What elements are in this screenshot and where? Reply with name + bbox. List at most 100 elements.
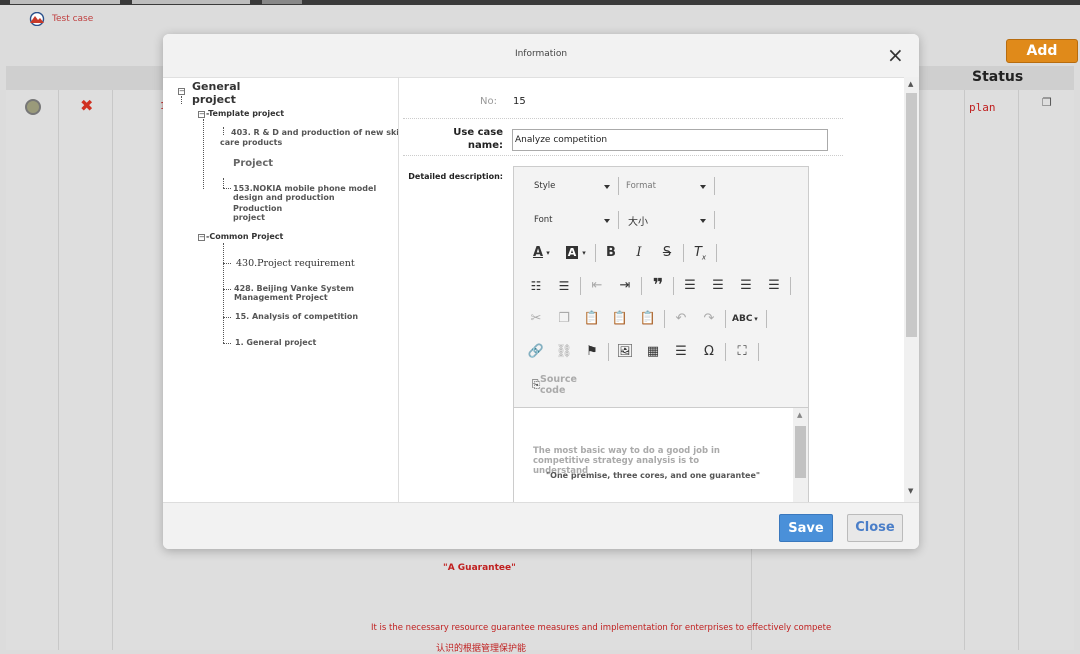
editor-scrollbar[interactable]: ▲ bbox=[793, 408, 808, 502]
no-value: 15 bbox=[513, 96, 526, 107]
format-dropdown-label: Format bbox=[626, 181, 656, 191]
dialog-header: Information × bbox=[163, 34, 919, 78]
toolbar-separator bbox=[641, 277, 642, 295]
image-icon[interactable]: 🖼 bbox=[615, 342, 635, 362]
add-button[interactable]: Add bbox=[1006, 39, 1078, 63]
anchor-flag-icon[interactable]: ⚑ bbox=[582, 342, 602, 362]
tree-item-template-project[interactable]: -Template project bbox=[206, 109, 284, 118]
scrollbar-thumb[interactable] bbox=[795, 426, 806, 478]
toolbar-separator bbox=[725, 343, 726, 361]
strikethrough-icon[interactable]: S bbox=[657, 243, 677, 263]
case-form: No: 15 Use case name: Analyze competitio… bbox=[399, 77, 904, 502]
column-divider bbox=[1018, 90, 1019, 650]
tree-item-project[interactable]: Project bbox=[233, 158, 273, 169]
paste-icon[interactable]: 📋 bbox=[582, 309, 602, 329]
outdent-icon[interactable]: ⇤ bbox=[587, 276, 607, 296]
description-guarantee-text: "A Guarantee" bbox=[443, 563, 516, 573]
redo-icon[interactable]: ↷ bbox=[699, 309, 719, 329]
italic-icon[interactable]: I bbox=[629, 243, 649, 263]
tree-root-general-project[interactable]: General project bbox=[192, 80, 262, 106]
chevron-down-icon bbox=[700, 219, 706, 223]
tree-connector bbox=[223, 263, 231, 264]
undo-icon[interactable]: ↶ bbox=[671, 309, 691, 329]
information-dialog: Information × − General project − -Templ… bbox=[163, 34, 919, 549]
table-icon[interactable]: ▦ bbox=[643, 342, 663, 362]
tree-item-production-project[interactable]: Production project bbox=[233, 204, 283, 222]
scroll-down-arrow-icon[interactable]: ▼ bbox=[908, 487, 913, 495]
status-column-header: Status bbox=[972, 69, 1024, 85]
toolbar-separator bbox=[618, 211, 619, 229]
scroll-up-arrow-icon[interactable]: ▲ bbox=[797, 411, 802, 419]
save-button[interactable]: Save bbox=[779, 514, 833, 542]
tree-item-general-project[interactable]: 1. General project bbox=[235, 338, 316, 347]
chevron-down-icon[interactable]: ▾ bbox=[746, 309, 766, 329]
numbered-list-icon[interactable]: ☷ bbox=[526, 276, 546, 296]
logo-icon bbox=[29, 12, 45, 26]
horizontal-rule-icon[interactable]: ☰ bbox=[671, 342, 691, 362]
font-dropdown[interactable]: Font bbox=[534, 215, 610, 225]
use-case-name-label: Use case name: bbox=[453, 127, 503, 151]
tree-connector bbox=[203, 119, 204, 189]
editor-content-area[interactable]: The most basic way to do a good job in c… bbox=[514, 407, 808, 502]
close-icon[interactable]: × bbox=[887, 45, 904, 65]
no-label: No: bbox=[480, 96, 497, 107]
copy-icon[interactable]: ❐ bbox=[1042, 96, 1052, 109]
tree-item-skin-care[interactable]: 403. R & D and production of new skin ca… bbox=[220, 128, 398, 148]
justify-icon[interactable]: ☰ bbox=[764, 276, 784, 296]
link-icon[interactable]: 🔗 bbox=[526, 342, 546, 362]
tree-item-vanke[interactable]: 428. Beijing Vanke System Management Pro… bbox=[234, 284, 398, 302]
size-dropdown-label: 大小 bbox=[628, 217, 648, 228]
description-resource-text: It is the necessary resource guarantee m… bbox=[371, 623, 832, 633]
tree-item-common-project[interactable]: -Common Project bbox=[206, 232, 283, 241]
style-dropdown[interactable]: Style bbox=[534, 181, 610, 191]
toolbar-separator bbox=[673, 277, 674, 295]
top-tab[interactable] bbox=[10, 0, 120, 4]
format-dropdown[interactable]: Format bbox=[626, 181, 706, 191]
close-button[interactable]: Close bbox=[847, 514, 903, 542]
bold-icon[interactable]: B bbox=[601, 243, 621, 263]
unlink-icon[interactable]: ⛓ bbox=[554, 342, 574, 362]
tree-item-nokia[interactable]: 153.NOKIA mobile phone model design and … bbox=[233, 184, 398, 202]
chevron-down-icon[interactable]: ▾ bbox=[538, 243, 558, 263]
indent-icon[interactable]: ⇥ bbox=[615, 276, 635, 296]
chevron-down-icon bbox=[604, 219, 610, 223]
dialog-footer: Save Close bbox=[163, 502, 919, 549]
align-left-icon[interactable]: ☰ bbox=[680, 276, 700, 296]
bulleted-list-icon[interactable]: ☰ bbox=[554, 276, 574, 296]
special-character-icon[interactable]: Ω bbox=[699, 342, 719, 362]
chevron-down-icon bbox=[700, 185, 706, 189]
dialog-scrollbar[interactable]: ▲ ▼ bbox=[904, 77, 919, 502]
tree-item-analysis-of-competition[interactable]: 15. Analysis of competition bbox=[235, 312, 358, 321]
size-dropdown[interactable]: 大小 bbox=[628, 213, 706, 228]
dialog-title: Information bbox=[514, 49, 568, 59]
source-code-button[interactable]: Source code bbox=[540, 374, 582, 396]
settings-gear-icon[interactable] bbox=[25, 99, 41, 115]
tree-connector bbox=[181, 96, 182, 104]
delete-icon[interactable]: ✖ bbox=[80, 96, 93, 115]
align-center-icon[interactable]: ☰ bbox=[708, 276, 728, 296]
paste-word-icon[interactable]: 📋 bbox=[638, 309, 658, 329]
align-right-icon[interactable]: ☰ bbox=[736, 276, 756, 296]
tree-connector bbox=[223, 343, 231, 344]
remove-format-icon[interactable]: Tx bbox=[690, 243, 710, 263]
collapse-toggle-icon[interactable]: − bbox=[178, 88, 185, 95]
cut-icon[interactable]: ✂ bbox=[526, 309, 546, 329]
top-tab[interactable] bbox=[262, 0, 302, 4]
copy-icon[interactable]: ❐ bbox=[554, 309, 574, 329]
row-divider bbox=[403, 118, 843, 120]
page-tab-title[interactable]: Test case bbox=[52, 14, 93, 24]
use-case-name-input[interactable]: Analyze competition bbox=[512, 129, 828, 151]
chevron-down-icon[interactable]: ▾ bbox=[574, 243, 594, 263]
paste-text-icon[interactable]: 📋 bbox=[610, 309, 630, 329]
collapse-toggle-icon[interactable]: − bbox=[198, 111, 205, 118]
detailed-description-label: Detailed description: bbox=[408, 172, 503, 181]
row-divider bbox=[403, 155, 843, 157]
tree-item-project-requirement[interactable]: 430.Project requirement bbox=[236, 258, 355, 269]
maximize-icon[interactable]: ⛶ bbox=[732, 342, 752, 362]
status-value: plan bbox=[969, 101, 996, 114]
top-tab[interactable] bbox=[132, 0, 250, 4]
scroll-up-arrow-icon[interactable]: ▲ bbox=[908, 80, 913, 88]
collapse-toggle-icon[interactable]: − bbox=[198, 234, 205, 241]
blockquote-icon[interactable]: ❞ bbox=[648, 276, 668, 296]
scrollbar-thumb[interactable] bbox=[906, 93, 917, 337]
